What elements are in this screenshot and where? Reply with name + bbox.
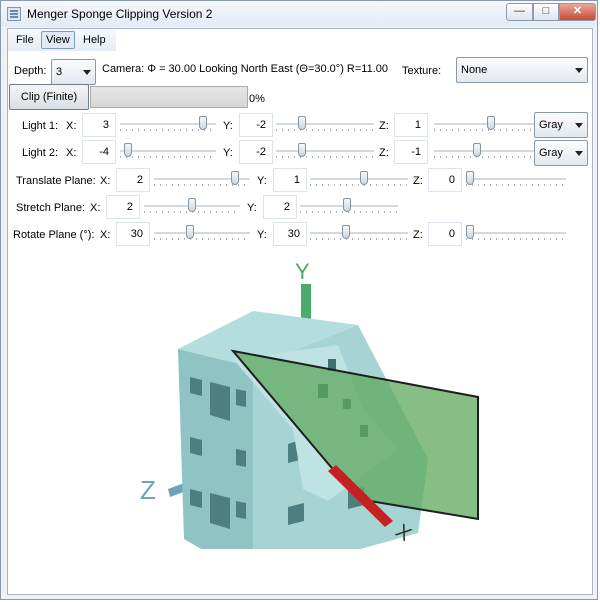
rotate-y-slider[interactable] xyxy=(310,224,408,244)
rotate-z-label: Z: xyxy=(413,229,423,241)
rotate-z-input[interactable]: 0 xyxy=(428,222,462,246)
light2-y-slider[interactable] xyxy=(276,142,374,162)
y-axis-label: Y xyxy=(295,259,310,284)
slider-thumb[interactable] xyxy=(231,171,239,185)
slider-thumb[interactable] xyxy=(343,198,351,212)
light2-y-input[interactable]: -2 xyxy=(239,140,273,164)
slider-thumb[interactable] xyxy=(188,198,196,212)
light2-x-input[interactable]: -4 xyxy=(82,140,116,164)
slider-thumb[interactable] xyxy=(199,116,207,130)
chevron-down-icon xyxy=(575,68,583,73)
rotate-x-slider[interactable] xyxy=(154,224,250,244)
texture-select[interactable]: None xyxy=(456,57,588,83)
rotate-y-label: Y: xyxy=(257,229,267,241)
translate-x-slider[interactable] xyxy=(154,170,250,190)
menu-file[interactable]: File xyxy=(12,32,38,48)
light1-z-input[interactable]: 1 xyxy=(394,113,428,137)
client-area: File View Help Depth: 3 Camera: Φ = 30.0… xyxy=(7,28,593,595)
slider-thumb[interactable] xyxy=(466,171,474,185)
slider-thumb[interactable] xyxy=(298,116,306,130)
menger-sponge-viewport[interactable]: Z Y X xyxy=(128,249,508,549)
camera-info: Camera: Φ = 30.00 Looking North East (Θ=… xyxy=(102,63,388,75)
translate-y-input[interactable]: 1 xyxy=(273,168,307,192)
stretch-y-label: Y: xyxy=(247,202,257,214)
stretch-y-slider[interactable] xyxy=(300,197,398,217)
clip-button[interactable]: Clip (Finite) xyxy=(9,84,89,110)
chevron-down-icon xyxy=(575,151,583,156)
stretch-y-input[interactable]: 2 xyxy=(263,195,297,219)
slider-thumb[interactable] xyxy=(466,225,474,239)
light1-z-slider[interactable] xyxy=(434,115,534,135)
light2-y-label: Y: xyxy=(223,147,233,159)
depth-select[interactable]: 3 xyxy=(51,59,96,85)
app-window: Menger Sponge Clipping Version 2 — □ ✕ F… xyxy=(0,0,598,600)
light2-z-input[interactable]: -1 xyxy=(394,140,428,164)
slider-thumb[interactable] xyxy=(360,171,368,185)
rotate-x-input[interactable]: 30 xyxy=(116,222,150,246)
close-button[interactable]: ✕ xyxy=(559,3,596,21)
light1-y-input[interactable]: -2 xyxy=(239,113,273,137)
clip-progress-text: 0% xyxy=(249,93,265,105)
clip-progress-bar xyxy=(90,86,248,108)
menu-view[interactable]: View xyxy=(41,31,75,49)
menu-bar: File View Help xyxy=(8,29,116,51)
translate-z-label: Z: xyxy=(413,175,423,187)
stretch-x-label: X: xyxy=(90,202,101,214)
light2-color-select[interactable]: Gray xyxy=(534,140,588,166)
translate-y-label: Y: xyxy=(257,175,267,187)
light1-label: Light 1: xyxy=(22,120,59,132)
translate-z-slider[interactable] xyxy=(466,170,566,190)
slider-thumb[interactable] xyxy=(473,143,481,157)
translate-x-input[interactable]: 2 xyxy=(116,168,150,192)
menu-help[interactable]: Help xyxy=(79,32,110,48)
chevron-down-icon xyxy=(83,70,91,75)
light1-x-label: X: xyxy=(66,120,77,132)
light2-z-label: Z: xyxy=(379,147,389,159)
stretch-label: Stretch Plane: xyxy=(16,202,86,214)
light1-x-slider[interactable] xyxy=(120,115,216,135)
light2-z-slider[interactable] xyxy=(434,142,534,162)
minimize-button[interactable]: — xyxy=(506,3,533,21)
texture-label: Texture: xyxy=(402,65,442,77)
light1-x-input[interactable]: 3 xyxy=(82,113,116,137)
slider-thumb[interactable] xyxy=(186,225,194,239)
slider-thumb[interactable] xyxy=(124,143,132,157)
title-bar: Menger Sponge Clipping Version 2 — □ ✕ xyxy=(1,1,597,27)
slider-thumb[interactable] xyxy=(298,143,306,157)
z-axis-label: Z xyxy=(140,475,156,505)
translate-z-input[interactable]: 0 xyxy=(428,168,462,192)
rotate-z-slider[interactable] xyxy=(466,224,566,244)
light2-label: Light 2: xyxy=(22,147,59,159)
depth-label: Depth: xyxy=(14,65,47,77)
slider-thumb[interactable] xyxy=(487,116,495,130)
stretch-x-slider[interactable] xyxy=(144,197,240,217)
app-icon xyxy=(7,7,21,21)
rotate-y-input[interactable]: 30 xyxy=(273,222,307,246)
light1-y-label: Y: xyxy=(223,120,233,132)
depth-value: 3 xyxy=(56,66,63,78)
translate-label: Translate Plane: xyxy=(16,175,96,187)
rotate-label: Rotate Plane (°): xyxy=(13,229,95,241)
rotate-x-label: X: xyxy=(100,229,111,241)
stretch-x-input[interactable]: 2 xyxy=(106,195,140,219)
maximize-button[interactable]: □ xyxy=(533,3,559,21)
window-title: Menger Sponge Clipping Version 2 xyxy=(27,7,213,21)
light1-color-select[interactable]: Gray xyxy=(534,112,588,138)
translate-y-slider[interactable] xyxy=(310,170,408,190)
light1-y-slider[interactable] xyxy=(276,115,374,135)
light1-z-label: Z: xyxy=(379,120,389,132)
light2-x-label: X: xyxy=(66,147,77,159)
light1-color-value: Gray xyxy=(539,119,563,131)
light2-color-value: Gray xyxy=(539,147,563,159)
light2-x-slider[interactable] xyxy=(120,142,216,162)
chevron-down-icon xyxy=(575,123,583,128)
slider-thumb[interactable] xyxy=(342,225,350,239)
texture-value: None xyxy=(461,64,488,76)
translate-x-label: X: xyxy=(100,175,111,187)
